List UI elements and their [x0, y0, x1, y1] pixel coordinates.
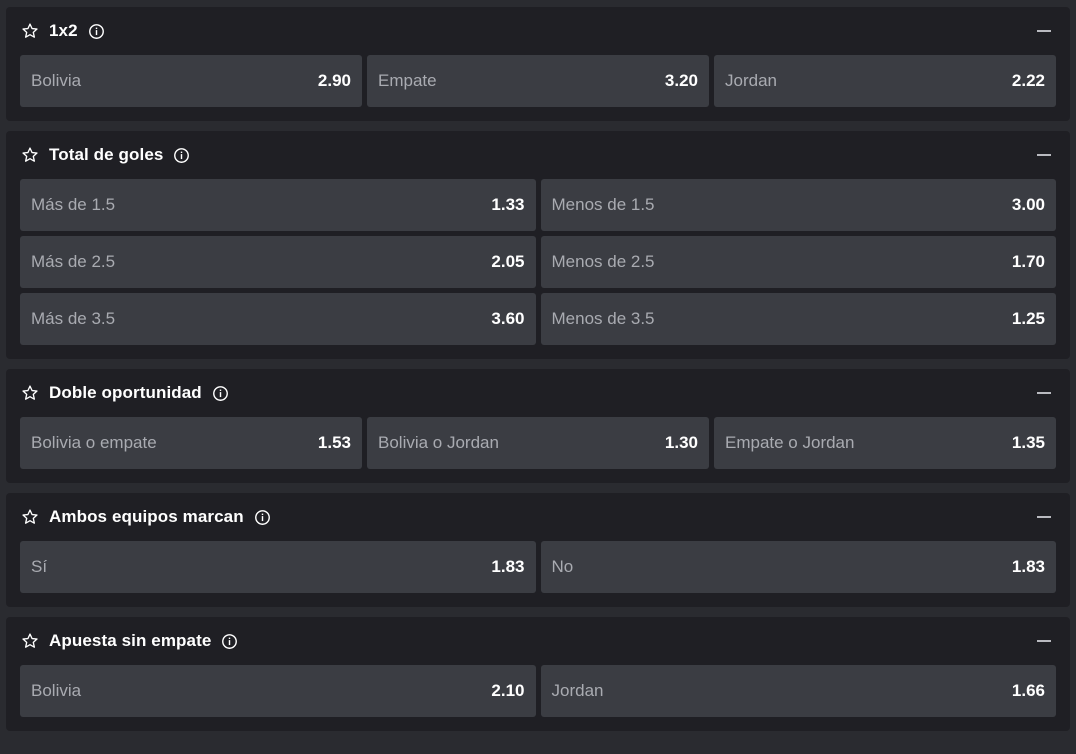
- odd-label: Más de 3.5: [31, 309, 116, 328]
- odd-label: Sí: [31, 557, 48, 576]
- odd-label: Bolivia: [31, 71, 82, 90]
- odd-value: 1.25: [1011, 309, 1045, 328]
- odd-button[interactable]: Jordan 2.22: [714, 55, 1056, 107]
- odd-value: 1.83: [491, 557, 525, 576]
- odds-grid: Sí 1.83 No 1.83: [20, 541, 1056, 593]
- odd-value: 2.22: [1011, 71, 1045, 90]
- market-title: 1x2: [49, 21, 78, 40]
- odd-value: 1.70: [1011, 252, 1045, 271]
- odds-grid: Bolivia 2.90 Empate 3.20 Jordan 2.22: [20, 55, 1056, 107]
- market-title: Apuesta sin empate: [49, 631, 212, 650]
- odd-button[interactable]: Bolivia 2.10: [20, 665, 536, 717]
- market-1x2: 1x2 Bolivia 2.90 Empate 3.20 Jordan 2.22: [6, 7, 1070, 121]
- odd-label: Jordan: [551, 681, 604, 700]
- odd-button[interactable]: Bolivia o Jordan 1.30: [367, 417, 709, 469]
- market-header: Apuesta sin empate: [20, 617, 1056, 665]
- odd-label: Menos de 3.5: [551, 309, 655, 328]
- betting-markets-list: 1x2 Bolivia 2.90 Empate 3.20 Jordan 2.22: [0, 0, 1076, 754]
- star-icon[interactable]: [20, 507, 40, 527]
- info-icon[interactable]: [254, 509, 271, 526]
- market-double-chance: Doble oportunidad Bolivia o empate 1.53 …: [6, 369, 1070, 483]
- odd-label: Menos de 1.5: [551, 195, 655, 214]
- star-icon[interactable]: [20, 383, 40, 403]
- market-draw-no-bet: Apuesta sin empate Bolivia 2.10 Jordan 1…: [6, 617, 1070, 731]
- market-total-goals: Total de goles Más de 1.5 1.33 Menos de …: [6, 131, 1070, 359]
- collapse-minus-icon[interactable]: [1034, 145, 1054, 165]
- odd-label: No: [551, 557, 574, 576]
- odd-label: Bolivia: [31, 681, 82, 700]
- odd-button[interactable]: Menos de 3.5 1.25: [540, 293, 1056, 345]
- info-icon[interactable]: [221, 633, 238, 650]
- odd-button[interactable]: No 1.83: [540, 541, 1056, 593]
- info-icon[interactable]: [212, 385, 229, 402]
- collapse-minus-icon[interactable]: [1034, 383, 1054, 403]
- odd-label: Bolivia o empate: [31, 433, 157, 452]
- odd-value: 2.90: [317, 71, 351, 90]
- star-icon[interactable]: [20, 631, 40, 651]
- odd-button[interactable]: Empate o Jordan 1.35: [714, 417, 1056, 469]
- odds-grid: Bolivia 2.10 Jordan 1.66: [20, 665, 1056, 717]
- market-title: Total de goles: [49, 145, 164, 164]
- odd-value: 3.60: [491, 309, 525, 328]
- odd-label: Empate: [378, 71, 437, 90]
- info-icon[interactable]: [88, 23, 105, 40]
- market-title: Doble oportunidad: [49, 383, 202, 402]
- odd-value: 1.83: [1011, 557, 1045, 576]
- odd-button[interactable]: Sí 1.83: [20, 541, 536, 593]
- odd-value: 1.53: [317, 433, 351, 452]
- odd-value: 2.10: [491, 681, 525, 700]
- star-icon[interactable]: [20, 21, 40, 41]
- odd-button[interactable]: Menos de 2.5 1.70: [540, 236, 1056, 288]
- odd-value: 2.05: [491, 252, 525, 271]
- market-header: Doble oportunidad: [20, 369, 1056, 417]
- odd-label: Más de 1.5: [31, 195, 116, 214]
- odd-button[interactable]: Bolivia 2.90: [20, 55, 362, 107]
- odd-value: 1.30: [664, 433, 698, 452]
- odd-value: 3.20: [664, 71, 698, 90]
- odd-value: 1.66: [1011, 681, 1045, 700]
- odd-label: Empate o Jordan: [725, 433, 855, 452]
- odd-button[interactable]: Menos de 1.5 3.00: [540, 179, 1056, 231]
- odd-label: Jordan: [725, 71, 777, 90]
- odd-button[interactable]: Más de 3.5 3.60: [20, 293, 536, 345]
- market-header: Ambos equipos marcan: [20, 493, 1056, 541]
- market-both-teams-score: Ambos equipos marcan Sí 1.83 No 1.83: [6, 493, 1070, 607]
- info-icon[interactable]: [173, 147, 190, 164]
- odd-value: 1.33: [491, 195, 525, 214]
- collapse-minus-icon[interactable]: [1034, 507, 1054, 527]
- market-header: Total de goles: [20, 131, 1056, 179]
- odd-button[interactable]: Bolivia o empate 1.53: [20, 417, 362, 469]
- market-title: Ambos equipos marcan: [49, 507, 244, 526]
- odd-value: 1.35: [1011, 433, 1045, 452]
- odd-button[interactable]: Jordan 1.66: [540, 665, 1056, 717]
- odd-label: Bolivia o Jordan: [378, 433, 499, 452]
- odd-label: Más de 2.5: [31, 252, 116, 271]
- market-header: 1x2: [20, 7, 1056, 55]
- star-icon[interactable]: [20, 145, 40, 165]
- odd-label: Menos de 2.5: [551, 252, 655, 271]
- odds-grid: Más de 1.5 1.33 Menos de 1.5 3.00 Más de…: [20, 179, 1056, 345]
- collapse-minus-icon[interactable]: [1034, 631, 1054, 651]
- odds-grid: Bolivia o empate 1.53 Bolivia o Jordan 1…: [20, 417, 1056, 469]
- odd-button[interactable]: Más de 2.5 2.05: [20, 236, 536, 288]
- odd-button[interactable]: Empate 3.20: [367, 55, 709, 107]
- collapse-minus-icon[interactable]: [1034, 21, 1054, 41]
- odd-button[interactable]: Más de 1.5 1.33: [20, 179, 536, 231]
- odd-value: 3.00: [1011, 195, 1045, 214]
